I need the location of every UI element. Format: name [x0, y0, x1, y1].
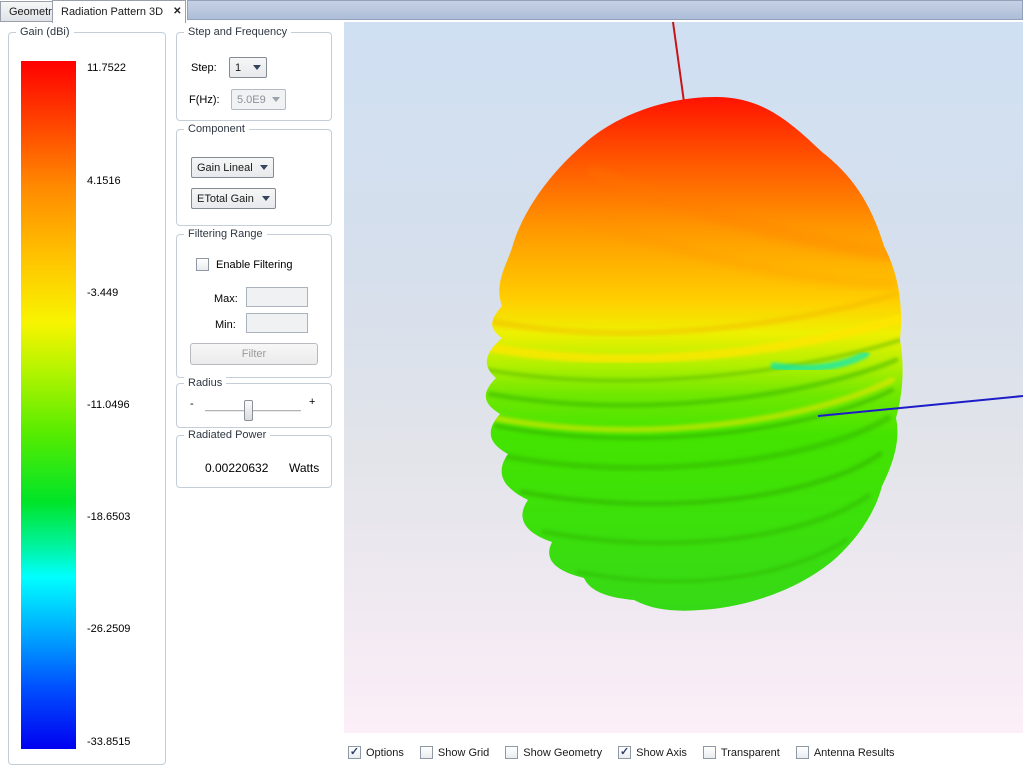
radiation-pattern-canvas[interactable] [344, 22, 1023, 733]
step-dropdown-value: 1 [235, 62, 241, 74]
max-label: Max: [214, 293, 238, 305]
radius-slider-track[interactable] [205, 410, 301, 412]
radius-plus-label[interactable]: + [309, 396, 315, 408]
close-tab-icon[interactable]: ✕ [173, 7, 181, 17]
min-label: Min: [215, 319, 236, 331]
enable-filtering-label[interactable]: Enable Filtering [216, 259, 292, 271]
step-dropdown[interactable]: 1 [229, 57, 267, 78]
chevron-down-icon [253, 65, 261, 70]
show-geometry-checkbox[interactable] [505, 746, 518, 759]
gain-scale-group: Gain (dBi) 11.7522 4.1516 -3.449 -11.049… [8, 32, 166, 765]
viewport-3d[interactable] [344, 22, 1023, 733]
max-input [246, 287, 308, 307]
gain-tick: -3.449 [87, 287, 118, 299]
component-type-value: Gain Lineal [197, 162, 253, 174]
radius-group: Radius - + [176, 383, 332, 428]
gain-tick-max: 11.7522 [87, 62, 126, 74]
frequency-label: F(Hz): [189, 94, 220, 106]
gain-tick: -26.2509 [87, 623, 130, 635]
tab-strip [187, 0, 1023, 20]
options-label: Options [366, 747, 404, 759]
component-group: Component Gain Lineal ETotal Gain [176, 129, 332, 226]
enable-filtering-checkbox[interactable] [196, 258, 209, 271]
transparent-checkbox[interactable] [703, 746, 716, 759]
transparent-checkbox-item[interactable]: Transparent [703, 746, 780, 759]
gain-scale-title: Gain (dBi) [16, 26, 74, 38]
radiated-power-group: Radiated Power 0.00220632 Watts [176, 435, 332, 488]
view-options-bar: ✓ Options Show Grid Show Geometry ✓ Show… [348, 746, 895, 759]
component-field-dropdown[interactable]: ETotal Gain [191, 188, 276, 209]
antenna-results-checkbox-item[interactable]: Antenna Results [796, 746, 895, 759]
radiated-power-title: Radiated Power [184, 429, 270, 441]
show-grid-label: Show Grid [438, 747, 489, 759]
options-checkbox-item[interactable]: ✓ Options [348, 746, 404, 759]
show-grid-checkbox[interactable] [420, 746, 433, 759]
gain-tick: -18.6503 [87, 511, 130, 523]
application-window: Geometry Radiation Pattern 3D ✕ Gain (dB… [0, 0, 1023, 770]
show-axis-checkbox[interactable]: ✓ [618, 746, 631, 759]
tab-radiation-pattern-3d[interactable]: Radiation Pattern 3D ✕ [52, 0, 186, 23]
gain-tick: 4.1516 [87, 175, 121, 187]
show-axis-checkbox-item[interactable]: ✓ Show Axis [618, 746, 687, 759]
component-title: Component [184, 123, 249, 135]
antenna-results-label: Antenna Results [814, 747, 895, 759]
show-geometry-checkbox-item[interactable]: Show Geometry [505, 746, 602, 759]
radiated-power-value: 0.00220632 [205, 461, 268, 475]
tab-radiation-label: Radiation Pattern 3D [61, 6, 163, 18]
gain-colorbar [21, 61, 76, 749]
filter-button: Filter [190, 343, 318, 365]
chevron-down-icon [262, 196, 270, 201]
radius-title: Radius [184, 377, 226, 389]
radius-minus-label[interactable]: - [190, 398, 194, 410]
radiated-power-unit: Watts [289, 461, 319, 475]
gain-tick-min: -33.8515 [87, 736, 130, 748]
show-geometry-label: Show Geometry [523, 747, 602, 759]
filtering-range-group: Filtering Range Enable Filtering Max: Mi… [176, 234, 332, 378]
tab-geometry-label: Geometry [9, 6, 57, 18]
step-label: Step: [191, 62, 217, 74]
chevron-down-icon [260, 165, 268, 170]
show-axis-label: Show Axis [636, 747, 687, 759]
transparent-label: Transparent [721, 747, 780, 759]
filtering-range-title: Filtering Range [184, 228, 267, 240]
min-input [246, 313, 308, 333]
step-frequency-group: Step and Frequency Step: 1 F(Hz): 5.0E9 [176, 32, 332, 121]
frequency-dropdown: 5.0E9 [231, 89, 286, 110]
component-type-dropdown[interactable]: Gain Lineal [191, 157, 274, 178]
gain-tick: -11.0496 [87, 399, 130, 411]
antenna-results-checkbox[interactable] [796, 746, 809, 759]
chevron-down-icon [272, 97, 280, 102]
step-frequency-title: Step and Frequency [184, 26, 291, 38]
frequency-dropdown-value: 5.0E9 [237, 94, 266, 106]
options-checkbox[interactable]: ✓ [348, 746, 361, 759]
radius-slider-handle[interactable] [244, 400, 253, 421]
component-field-value: ETotal Gain [197, 193, 254, 205]
show-grid-checkbox-item[interactable]: Show Grid [420, 746, 489, 759]
